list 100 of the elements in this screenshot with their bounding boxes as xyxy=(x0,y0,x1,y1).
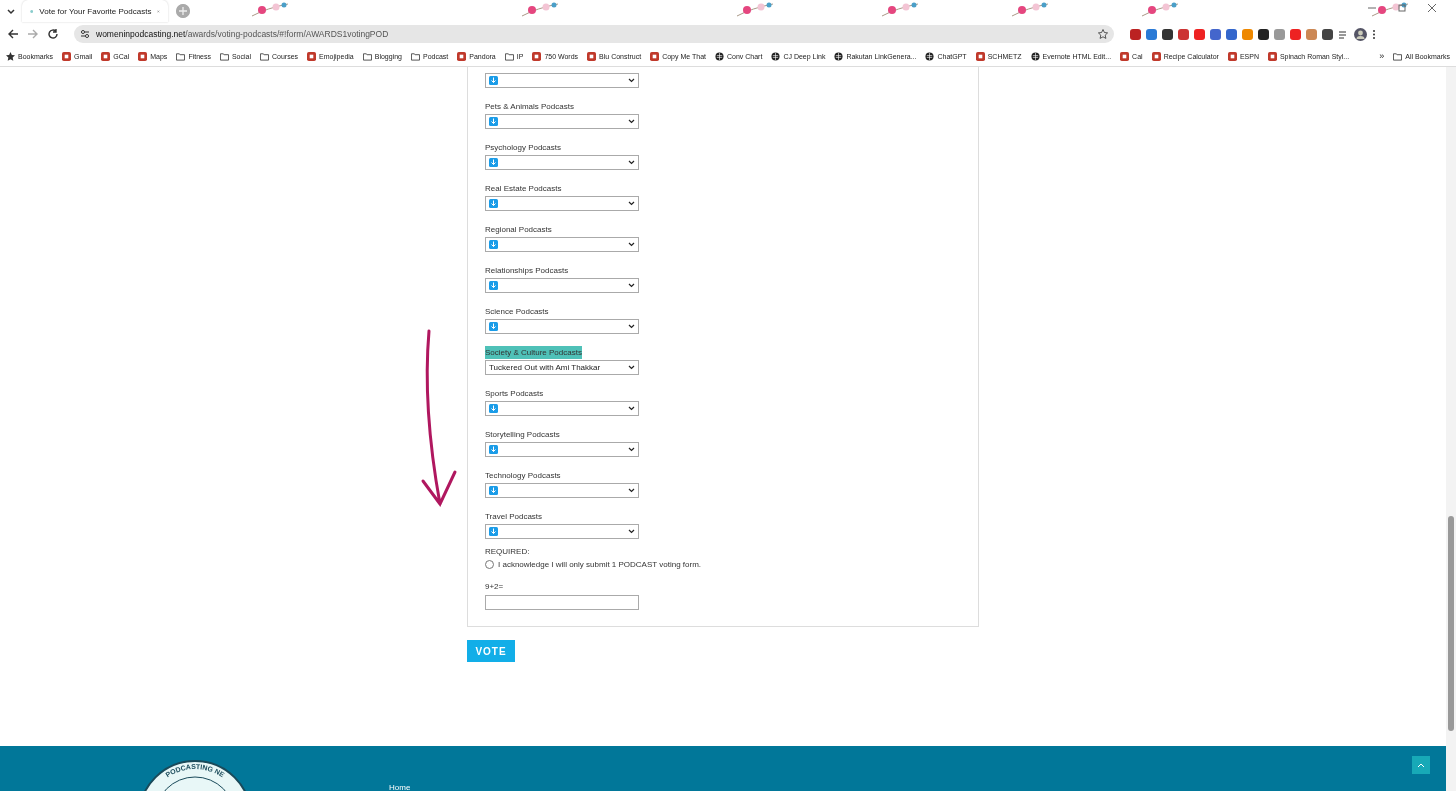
arrow-down-icon xyxy=(489,322,498,331)
site-settings-icon[interactable] xyxy=(80,29,90,39)
globe-icon xyxy=(834,51,844,61)
arrow-down-icon xyxy=(489,486,498,495)
globe-icon xyxy=(925,51,935,61)
field-label: Technology Podcasts xyxy=(485,470,561,482)
flower-decoration-icon xyxy=(1370,2,1410,18)
dropdown[interactable] xyxy=(485,73,639,88)
field-label: Pets & Animals Podcasts xyxy=(485,101,574,113)
folder-icon xyxy=(176,51,186,61)
site-favicon-icon xyxy=(1151,51,1161,61)
extension-icon[interactable] xyxy=(1258,28,1269,40)
caret-icon xyxy=(628,447,635,452)
media-icon[interactable] xyxy=(1338,28,1349,40)
site-favicon-icon xyxy=(1227,51,1237,61)
caret-icon xyxy=(628,242,635,247)
dropdown[interactable] xyxy=(485,114,639,129)
site-favicon-icon xyxy=(138,51,148,61)
caret-icon xyxy=(628,529,635,534)
caret-icon xyxy=(628,324,635,329)
address-bar[interactable]: womeninpodcasting.net/awards/voting-podcasts/#!form/AWARDS1votingPOD xyxy=(74,25,1114,43)
arrow-down-icon xyxy=(489,445,498,454)
folder-icon xyxy=(411,51,420,61)
bookmark-star-icon[interactable] xyxy=(1098,29,1108,39)
back-icon[interactable] xyxy=(6,27,20,41)
dropdown[interactable] xyxy=(485,278,639,293)
folder-icon xyxy=(504,51,514,61)
footer-nav-link[interactable]: Home xyxy=(389,783,411,791)
restore-icon[interactable] xyxy=(1398,4,1406,12)
dropdown[interactable] xyxy=(485,155,639,170)
caret-icon xyxy=(628,201,635,206)
site-favicon-icon xyxy=(1120,51,1130,61)
close-icon[interactable] xyxy=(1428,4,1436,12)
dropdown[interactable] xyxy=(485,196,639,211)
extension-icon[interactable] xyxy=(1322,28,1333,40)
captcha-label: 9+2= xyxy=(485,581,505,593)
acknowledge-label: I acknowledge I will only submit 1 PODCAST voting form. xyxy=(498,560,702,569)
site-favicon-icon xyxy=(101,51,111,61)
caret-icon xyxy=(628,78,635,83)
site-favicon-icon xyxy=(62,51,71,61)
scrollbar[interactable] xyxy=(1446,67,1456,791)
captcha-input-field[interactable] xyxy=(485,595,639,610)
field-label: Relationships Podcasts xyxy=(485,265,569,277)
dropdown[interactable] xyxy=(485,237,639,252)
field-label: Travel Podcasts xyxy=(485,511,543,523)
extension-icon[interactable] xyxy=(1130,28,1141,40)
radio-button[interactable] xyxy=(485,560,494,569)
site-favicon-icon xyxy=(532,51,542,61)
field-label: Storytelling Podcasts xyxy=(485,429,560,441)
caret-icon xyxy=(628,119,635,124)
field-label: Regional Podcasts xyxy=(485,224,552,236)
field-label: Sports Podcasts xyxy=(485,388,544,400)
site-favicon-icon xyxy=(1267,51,1277,61)
caret-icon xyxy=(628,488,635,493)
more-bookmarks-button[interactable]: » xyxy=(1379,51,1385,61)
dropdown[interactable] xyxy=(485,401,639,416)
folder-icon xyxy=(1393,51,1403,61)
folder-icon xyxy=(260,51,269,61)
caret-icon xyxy=(628,365,635,370)
arrow-down-icon xyxy=(489,240,498,249)
new-tab-icon[interactable] xyxy=(176,4,190,18)
dropdown[interactable] xyxy=(485,319,639,334)
dropdown[interactable] xyxy=(485,483,639,498)
profile-avatar-icon[interactable] xyxy=(1354,27,1367,41)
globe-icon xyxy=(771,51,781,61)
arrow-down-icon xyxy=(489,199,498,208)
site-favicon-icon xyxy=(650,51,660,61)
url-text: womeninpodcasting.net/awards/voting-podcasts/#!form/AWARDS1votingPOD xyxy=(96,29,390,39)
arrow-down-icon xyxy=(489,76,498,85)
site-favicon-icon xyxy=(457,51,467,61)
required-label: REQUIRED: xyxy=(485,546,531,558)
folder-icon xyxy=(362,51,372,61)
minimize-icon[interactable] xyxy=(1368,4,1376,12)
globe-icon xyxy=(715,51,724,61)
flower-decoration-icon xyxy=(250,2,290,18)
dropdown[interactable] xyxy=(485,524,639,539)
star-icon xyxy=(6,51,15,61)
forward-icon[interactable] xyxy=(26,27,40,41)
browser-tab[interactable]: Vote for Your Favorite Podcasts xyxy=(22,0,168,22)
dropdown[interactable]: Tuckered Out with Ami Thakkar xyxy=(485,360,639,375)
field-label: Real Estate Podcasts xyxy=(485,183,562,195)
site-favicon-icon xyxy=(587,51,597,61)
extension-icon[interactable] xyxy=(1162,28,1173,40)
caret-icon xyxy=(628,283,635,288)
dropdown[interactable] xyxy=(485,442,639,457)
site-favicon-icon xyxy=(307,51,317,61)
flower-decoration-icon xyxy=(735,2,775,18)
site-favicon-icon xyxy=(975,51,985,61)
menu-icon[interactable] xyxy=(1372,28,1376,40)
arrow-down-icon xyxy=(489,281,498,290)
field-label: Psychology Podcasts xyxy=(485,142,562,154)
arrow-down-icon xyxy=(489,158,498,167)
flower-decoration-icon xyxy=(1140,2,1180,18)
globe-icon xyxy=(1030,51,1040,61)
arrow-down-icon xyxy=(489,527,498,536)
reload-icon[interactable] xyxy=(46,27,60,41)
field-label: Society & Culture Podcasts xyxy=(485,346,582,359)
field-label: Science Podcasts xyxy=(485,306,549,318)
arrow-down-icon xyxy=(489,404,498,413)
caret-icon xyxy=(628,406,635,411)
